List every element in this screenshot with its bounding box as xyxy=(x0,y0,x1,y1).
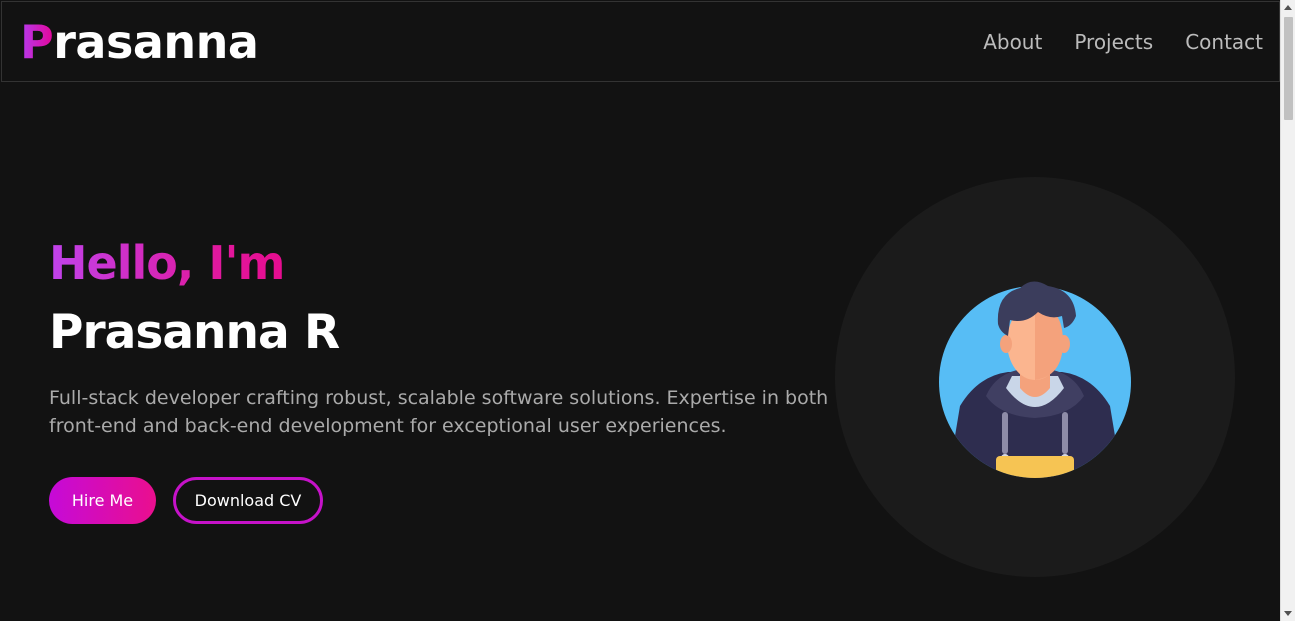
scroll-thumb[interactable] xyxy=(1284,17,1293,120)
nav-link-contact[interactable]: Contact xyxy=(1185,30,1263,54)
hero-buttons: Hire Me Download CV xyxy=(49,477,849,524)
logo-initial: P xyxy=(20,14,54,69)
chevron-down-icon[interactable] xyxy=(1284,611,1292,616)
nav-link-about[interactable]: About xyxy=(983,30,1042,54)
download-cv-button[interactable]: Download CV xyxy=(173,477,323,524)
hero-intro: Hello, I'm Prasanna R Full-stack develop… xyxy=(49,232,849,524)
navbar: Prasanna About Projects Contact xyxy=(1,1,1280,82)
hero-name: Prasanna R xyxy=(49,305,340,360)
hero-description-line1: Full-stack developer crafting robust, sc… xyxy=(49,387,829,409)
logo[interactable]: Prasanna xyxy=(20,14,259,69)
logo-text: rasanna xyxy=(53,14,259,69)
developer-avatar-icon xyxy=(939,281,1131,478)
chevron-up-icon[interactable] xyxy=(1284,5,1292,10)
nav-links: About Projects Contact xyxy=(983,30,1263,54)
scrollbar[interactable] xyxy=(1280,0,1295,621)
hire-me-button[interactable]: Hire Me xyxy=(49,477,156,524)
hero-description-line2: front-end and back-end development for e… xyxy=(49,415,727,437)
hero-description: Full-stack developer crafting robust, sc… xyxy=(49,384,839,440)
nav-link-projects[interactable]: Projects xyxy=(1074,30,1153,54)
page: Prasanna About Projects Contact Hello, I… xyxy=(0,0,1295,621)
hero-greeting: Hello, I'm xyxy=(49,232,285,294)
